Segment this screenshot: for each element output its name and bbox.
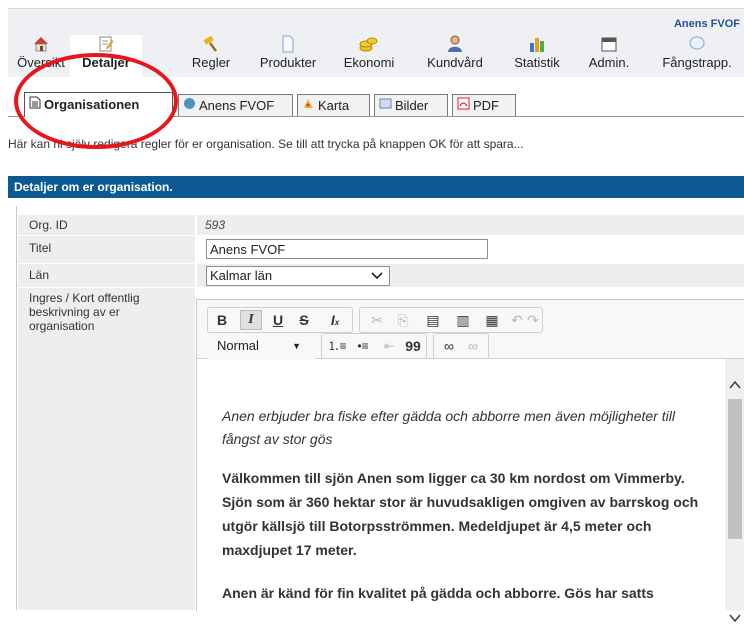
- chevron-down-icon: [371, 268, 383, 289]
- globe-icon: [183, 95, 196, 117]
- unlink-icon[interactable]: ∞: [462, 336, 484, 356]
- format-select[interactable]: Normal ▼: [209, 336, 307, 356]
- nav-label: Ekonomi: [343, 55, 395, 70]
- edit-document-icon: [70, 35, 142, 53]
- nav-label: Statistik: [514, 55, 560, 70]
- numbered-list-icon[interactable]: ⒈≡: [326, 336, 348, 356]
- body-paragraph-2: Anen är känd för fin kvalitet på gädda o…: [222, 585, 654, 601]
- blockquote-icon[interactable]: 99: [402, 336, 424, 356]
- scroll-down-icon[interactable]: [725, 612, 744, 626]
- paste-icon[interactable]: ▤: [422, 310, 444, 330]
- row-title: Titel Anens FVOF: [18, 236, 744, 263]
- row-label-bg: [18, 288, 195, 610]
- toolbar-group-lists: ⒈≡ •≡ ⇤ 99: [321, 333, 427, 359]
- page-icon: [29, 93, 41, 117]
- nav-admin[interactable]: Admin.: [584, 35, 634, 77]
- underline-button[interactable]: U: [267, 310, 289, 330]
- toolbar-group-links: ∞ ∞: [433, 333, 489, 359]
- redo-icon[interactable]: ↷: [522, 310, 544, 330]
- bold-button[interactable]: B: [211, 310, 233, 330]
- nav-label: Kundvård: [427, 55, 483, 70]
- calendar-icon: [584, 35, 634, 53]
- section-header: Detaljer om er organisation.: [8, 176, 744, 198]
- user-icon: [423, 35, 487, 53]
- nav-regler[interactable]: Regler: [189, 35, 233, 77]
- scroll-up-icon[interactable]: [725, 379, 744, 393]
- coins-icon: [339, 35, 399, 53]
- title-label: Titel: [29, 241, 52, 255]
- document-icon: [255, 35, 321, 53]
- chat-bubble-icon: [652, 35, 742, 53]
- remove-format-icon[interactable]: Ix: [324, 310, 346, 330]
- bar-chart-icon: [508, 35, 566, 53]
- link-icon[interactable]: ∞: [438, 336, 460, 356]
- hammer-icon: [189, 35, 233, 53]
- map-icon: [302, 95, 315, 117]
- tab-label: Anens FVOF: [199, 98, 275, 113]
- tab-label: Organisationen: [44, 97, 140, 112]
- nav-oversikt[interactable]: Översikt: [16, 35, 66, 77]
- description-label: Ingres / Kort offentlig beskrivning av e…: [29, 291, 140, 333]
- nav-label: Regler: [191, 55, 231, 70]
- nav-ekonomi[interactable]: Ekonomi: [339, 35, 399, 77]
- toolbar-group-format: Normal ▼: [207, 334, 315, 360]
- form-frame: [16, 206, 17, 610]
- nav-label: Detaljer: [82, 55, 130, 70]
- nav-statistik[interactable]: Statistik: [508, 35, 566, 77]
- tab-label: Karta: [318, 98, 350, 113]
- toolbar-group-styles: B I U S Ix: [207, 307, 353, 333]
- title-input[interactable]: Anens FVOF: [206, 239, 488, 259]
- nav-detaljer[interactable]: Detaljer: [70, 35, 142, 77]
- lead-paragraph: Anen erbjuder bra fiske efter gädda och …: [222, 408, 675, 447]
- bulleted-list-icon[interactable]: •≡: [352, 336, 374, 356]
- nav-label: Fångstrapp.: [662, 55, 732, 70]
- nav-fangstrapp[interactable]: Fångstrapp.: [652, 35, 742, 77]
- tab-label: Bilder: [395, 98, 429, 113]
- paste-word-icon[interactable]: ▦: [481, 310, 503, 330]
- sub-tabs: Organisationen Anens FVOF Karta Bilder P…: [0, 90, 744, 118]
- county-label: Län: [29, 268, 50, 282]
- nav-label: Produkter: [259, 55, 317, 70]
- italic-button[interactable]: I: [240, 310, 262, 330]
- editor-scrollbar[interactable]: [725, 359, 744, 623]
- rich-text-editor: B I U S Ix ✂ ⎘ ▤ ▥ ▦ ↶ ↷ Normal ▼ ⒈≡ •≡ …: [196, 299, 744, 623]
- pdf-icon: [457, 95, 470, 117]
- row-org-id: Org. ID 593: [18, 215, 744, 235]
- copy-icon[interactable]: ⎘: [392, 310, 414, 330]
- tab-bilder[interactable]: Bilder: [374, 94, 448, 116]
- scrollbar-thumb[interactable]: [728, 399, 742, 539]
- tab-anens-fvof[interactable]: Anens FVOF: [178, 94, 293, 116]
- toolbar-group-clipboard: ✂ ⎘ ▤ ▥ ▦ ↶ ↷: [359, 307, 543, 333]
- tab-label: PDF: [473, 98, 499, 113]
- editor-content[interactable]: Anen erbjuder bra fiske efter gädda och …: [197, 359, 725, 611]
- image-icon: [379, 95, 392, 117]
- paste-text-icon[interactable]: ▥: [452, 310, 474, 330]
- format-value: Normal: [217, 338, 259, 353]
- editor-toolbar: B I U S Ix ✂ ⎘ ▤ ▥ ▦ ↶ ↷ Normal ▼ ⒈≡ •≡ …: [197, 300, 744, 360]
- nav-label: Admin.: [588, 55, 630, 70]
- home-icon: [16, 35, 66, 53]
- top-navigation: Anens FVOF Översikt Detaljer Regler Prod…: [8, 8, 744, 77]
- tab-karta[interactable]: Karta: [297, 94, 370, 116]
- tab-pdf[interactable]: PDF: [452, 94, 516, 116]
- dropdown-arrow-icon: ▼: [292, 341, 301, 351]
- organisation-name: Anens FVOF: [673, 18, 740, 30]
- body-paragraph-1: Välkommen till sjön Anen som ligger ca 3…: [222, 470, 699, 558]
- org-id-label: Org. ID: [29, 218, 68, 232]
- cut-icon[interactable]: ✂: [366, 310, 388, 330]
- row-county: Län Kalmar län: [18, 264, 744, 287]
- row-value-bg: [197, 215, 744, 235]
- nav-label: Översikt: [17, 55, 65, 70]
- strikethrough-button[interactable]: S: [293, 310, 315, 330]
- county-value: Kalmar län: [210, 268, 273, 283]
- nav-produkter[interactable]: Produkter: [255, 35, 321, 77]
- org-id-value: 593: [205, 218, 226, 232]
- outdent-icon[interactable]: ⇤: [378, 336, 400, 356]
- county-select[interactable]: Kalmar län: [206, 266, 390, 286]
- nav-kundvard[interactable]: Kundvård: [423, 35, 487, 77]
- tab-organisationen[interactable]: Organisationen: [24, 92, 173, 117]
- help-text: Här kan ni själv redigera regler för er …: [8, 137, 524, 151]
